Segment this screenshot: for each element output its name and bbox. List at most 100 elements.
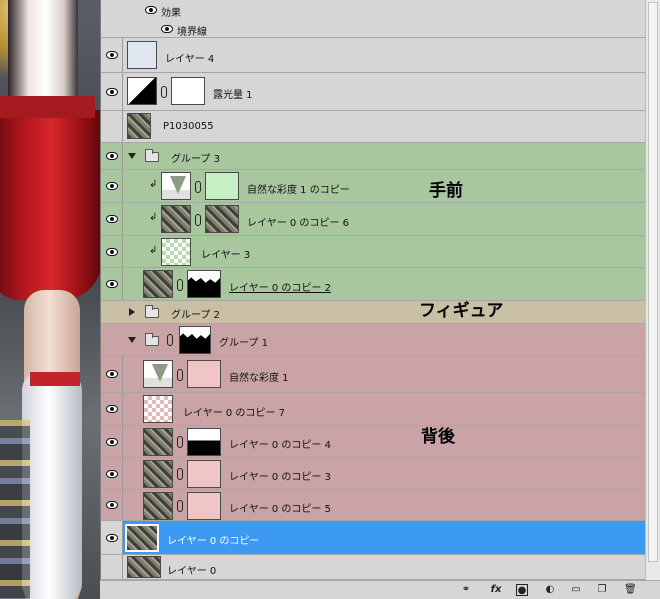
chain-link-icon[interactable] — [167, 334, 173, 346]
layer-thumbnail — [161, 205, 191, 233]
canvas-image — [0, 0, 100, 599]
chain-link-icon[interactable] — [195, 181, 201, 193]
layer-name: レイヤー 0 のコピー 3 — [229, 472, 331, 483]
folder-icon — [145, 305, 159, 318]
visibility-eye-icon[interactable] — [105, 247, 118, 256]
visibility-eye-icon[interactable] — [105, 405, 118, 413]
layer-row-selected[interactable]: レイヤー 0 のコピー — [101, 521, 646, 555]
visibility-eye-icon[interactable] — [105, 370, 118, 378]
clipping-arrow-icon: ↲ — [149, 245, 158, 256]
stroke-effect-row[interactable]: 境界線 — [101, 20, 646, 38]
chain-link-icon[interactable] — [177, 468, 183, 480]
mask-icon[interactable]: ● — [516, 584, 528, 596]
scrollbar-thumb[interactable] — [648, 2, 658, 562]
chain-link-icon[interactable] — [195, 214, 201, 226]
visibility-eye-icon[interactable] — [105, 280, 118, 288]
layer-thumbnail — [127, 556, 161, 578]
figure-sock-band — [30, 372, 80, 386]
visibility-eye-icon[interactable] — [105, 533, 118, 542]
layer-row[interactable]: レイヤー 0 のコピー 5 — [101, 490, 646, 521]
visibility-off-icon[interactable] — [106, 123, 118, 131]
layer-row[interactable]: ↲ レイヤー 0 のコピー 6 — [101, 203, 646, 236]
layer-name: 自然な彩度 1 — [229, 373, 289, 384]
layer-row[interactable]: レイヤー 0 — [101, 555, 646, 580]
clipping-arrow-icon: ↲ — [149, 212, 158, 223]
layer-row[interactable]: 自然な彩度 1 — [101, 356, 646, 393]
layer-thumbnail — [143, 492, 173, 520]
expand-triangle-icon[interactable] — [128, 153, 136, 159]
chain-link-icon[interactable] — [177, 500, 183, 512]
visibility-eye-icon[interactable] — [105, 501, 118, 509]
vibrance-adjustment-icon — [143, 360, 173, 388]
visibility-off-icon[interactable] — [106, 563, 118, 571]
annotation-front: 手前 — [429, 181, 463, 201]
layer-name: レイヤー 4 — [165, 54, 215, 65]
trash-icon[interactable]: 🗑 — [624, 584, 637, 596]
group-name: グループ 3 — [171, 154, 220, 165]
layer-mask-thumbnail — [187, 360, 221, 388]
layer-row[interactable]: ↲ レイヤー 3 — [101, 236, 646, 268]
visibility-eye-icon[interactable] — [105, 469, 118, 478]
visibility-eye-icon[interactable] — [105, 182, 118, 190]
layer-row[interactable]: レイヤー 0 のコピー 4 — [101, 426, 646, 458]
layer-name: 露光量 1 — [213, 90, 253, 101]
group-name: グループ 2 — [171, 310, 220, 321]
visibility-eye-icon[interactable] — [105, 87, 118, 96]
chain-link-icon[interactable] — [177, 436, 183, 448]
adjustment-icon[interactable]: ◐ — [544, 584, 556, 596]
layer-row[interactable]: レイヤー 4 — [101, 38, 646, 73]
expand-triangle-icon[interactable] — [128, 337, 136, 343]
visibility-eye-icon[interactable] — [105, 152, 118, 160]
layer-thumbnail — [161, 238, 191, 266]
vibrance-adjustment-icon — [161, 172, 191, 200]
layer-name: レイヤー 0 のコピー — [167, 536, 260, 547]
layer-name: レイヤー 0 — [167, 566, 217, 577]
annotation-back: 背後 — [421, 427, 455, 447]
chain-link-icon[interactable] — [177, 279, 183, 291]
chain-link-icon[interactable] — [161, 86, 167, 98]
layers-panel: 効果 境界線 レイヤー 4 露光量 1 P1030055 グループ 3 ↲ 自然… — [100, 0, 646, 599]
folder-icon — [145, 333, 159, 346]
layer-name: レイヤー 0 のコピー 6 — [247, 218, 349, 229]
effects-eye-icon[interactable] — [145, 6, 157, 14]
group-row[interactable]: グループ 2 — [101, 301, 646, 324]
layer-thumbnail — [127, 41, 157, 69]
layer-thumbnail — [143, 428, 173, 456]
collapse-triangle-icon[interactable] — [129, 308, 135, 316]
figure-belt — [0, 96, 95, 118]
effects-label: 効果 — [161, 8, 181, 19]
layer-row[interactable]: レイヤー 0 のコピー 2 — [101, 268, 646, 301]
layer-name: レイヤー 0 のコピー 7 — [183, 408, 285, 419]
group-mask-thumbnail — [179, 326, 211, 354]
layer-mask-thumbnail — [187, 270, 221, 298]
stroke-eye-icon[interactable] — [161, 25, 173, 33]
fx-icon[interactable]: fx — [488, 584, 504, 596]
new-layer-icon[interactable]: ❐ — [596, 584, 608, 596]
chain-link-icon[interactable] — [177, 369, 183, 381]
group-row[interactable]: グループ 3 — [101, 143, 646, 170]
background-lights — [0, 420, 30, 599]
effects-row[interactable]: 効果 — [101, 0, 646, 20]
figure-sock — [22, 372, 82, 599]
visibility-eye-icon[interactable] — [105, 437, 118, 446]
layer-thumbnail — [143, 460, 173, 488]
layer-row[interactable]: 露光量 1 — [101, 73, 646, 111]
layer-name: レイヤー 3 — [201, 250, 251, 261]
folder-icon[interactable]: ▭ — [570, 584, 582, 596]
layer-row[interactable]: P1030055 — [101, 111, 646, 143]
layer-row[interactable]: ↲ 自然な彩度 1 のコピー — [101, 170, 646, 203]
layer-row[interactable]: レイヤー 0 のコピー 3 — [101, 458, 646, 490]
layer-name: P1030055 — [163, 121, 214, 132]
layer-row[interactable]: レイヤー 0 のコピー 7 — [101, 393, 646, 426]
layer-thumbnail — [143, 395, 173, 423]
layer-mask-thumbnail — [205, 205, 239, 233]
layer-mask-thumbnail — [205, 172, 239, 200]
visibility-eye-icon[interactable] — [105, 215, 118, 223]
layer-mask-thumbnail — [171, 77, 205, 105]
smart-object-thumbnail — [127, 113, 151, 139]
link-icon[interactable]: ⚭ — [460, 584, 472, 596]
layers-scrollbar[interactable] — [645, 0, 660, 580]
group-row[interactable]: グループ 1 — [101, 324, 646, 356]
visibility-eye-icon[interactable] — [105, 51, 118, 59]
layers-footer-toolbar: ⚭ fx ● ◐ ▭ ❐ 🗑 — [100, 580, 660, 599]
